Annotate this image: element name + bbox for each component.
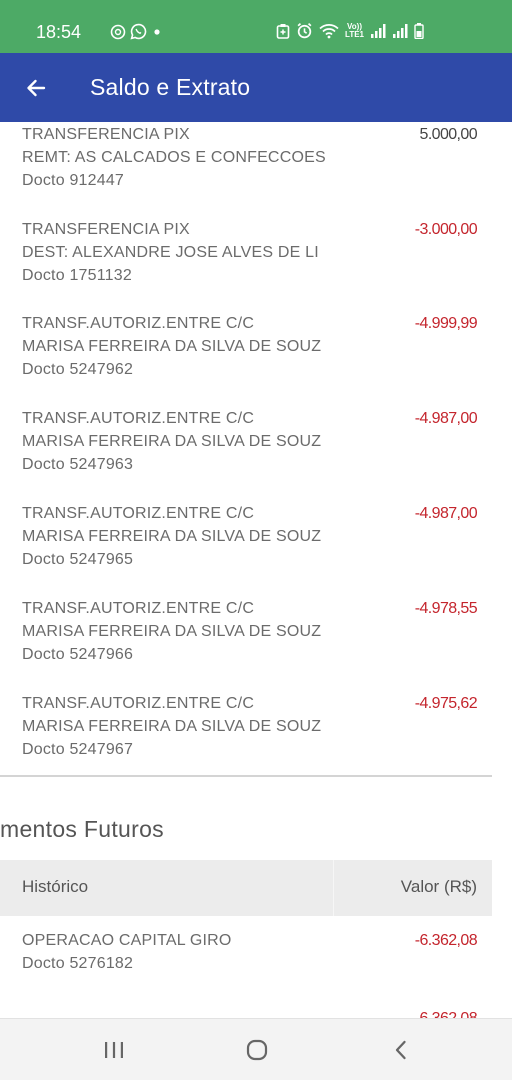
transaction-amount: -4.978,55 [414,600,478,617]
transaction-type: TRANSF.AUTORIZ.ENTRE C/C [22,600,255,617]
transaction-amount: -4.987,00 [414,505,478,522]
transaction-party: MARISA FERREIRA DA SILVA DE SOUZ [22,528,322,545]
home-button[interactable] [237,1033,277,1067]
battery-icon [414,22,424,39]
status-bar: 18:54 Vo)) LTE1 [0,0,512,53]
back-icon [395,1040,406,1060]
home-icon [246,1039,268,1061]
recent-apps-icon [105,1042,123,1058]
transaction-item[interactable]: TRANSFERENCIA PIX REMT: AS CALCADOS E CO… [22,126,482,206]
transaction-item[interactable]: TRANSF.AUTORIZ.ENTRE C/C MARISA FERREIRA… [22,315,482,395]
transaction-item[interactable]: TRANSF.AUTORIZ.ENTRE C/C MARISA FERREIRA… [22,410,482,490]
signal-icon-2 [393,23,408,38]
system-icons: Vo)) LTE1 [276,22,424,39]
transaction-item[interactable]: TRANSF.AUTORIZ.ENTRE C/C MARISA FERREIRA… [22,600,482,680]
future-item[interactable]: OPERACAO CAPITAL GIRO Docto 5276182 -6.3… [22,932,482,992]
transaction-party: MARISA FERREIRA DA SILVA DE SOUZ [22,718,322,735]
dot-icon [154,28,160,35]
whatsapp-icon [130,23,147,40]
transaction-type: TRANSF.AUTORIZ.ENTRE C/C [22,695,255,712]
transaction-party: MARISA FERREIRA DA SILVA DE SOUZ [22,433,322,450]
table-header: Histórico Valor (R$) [0,860,492,916]
transaction-type: TRANSF.AUTORIZ.ENTRE C/C [22,505,255,522]
arrow-left-icon [27,79,46,97]
future-item-docto: Docto 5276182 [22,955,134,972]
transaction-party: REMT: AS CALCADOS E CONFECCOES [22,149,326,166]
transaction-docto: Docto 5247962 [22,361,134,378]
transaction-amount: -4.987,00 [414,410,478,427]
transaction-docto: Docto 5247963 [22,456,134,473]
transaction-party: DEST: ALEXANDRE JOSE ALVES DE LI [22,244,319,261]
recent-apps-button[interactable] [94,1033,134,1067]
section-title: mentos Futuros [0,816,164,842]
notification-icons [110,23,163,40]
transaction-docto: Docto 5247965 [22,551,134,568]
future-item-type: OPERACAO CAPITAL GIRO [22,932,232,949]
sync-icon [276,23,290,39]
transaction-item[interactable]: TRANSF.AUTORIZ.ENTRE C/C MARISA FERREIRA… [22,505,482,585]
signal-app-icon [110,24,126,39]
volte-icon: Vo)) LTE1 [345,21,364,39]
transaction-party: MARISA FERREIRA DA SILVA DE SOUZ [22,338,322,355]
transaction-amount: -4.975,62 [414,695,478,712]
status-time: 18:54 [36,22,82,42]
column-separator [333,860,334,916]
transaction-type: TRANSFERENCIA PIX [22,221,190,238]
transaction-docto: Docto 912447 [22,172,125,189]
app-bar: Saldo e Extrato [0,53,512,122]
transaction-type: TRANSF.AUTORIZ.ENTRE C/C [22,410,255,427]
column-header-historico: Histórico [22,877,89,896]
transaction-docto: Docto 5247967 [22,741,134,758]
network-label: LTE1 [345,29,364,39]
alarm-icon [297,22,312,39]
wifi-icon [319,23,339,38]
back-button[interactable] [18,70,54,106]
transaction-item[interactable]: TRANSF.AUTORIZ.ENTRE C/C MARISA FERREIRA… [22,695,482,775]
navigation-bar [0,1018,512,1080]
transaction-type: TRANSFERENCIA PIX [22,126,190,143]
transaction-party: MARISA FERREIRA DA SILVA DE SOUZ [22,623,322,640]
column-header-valor: Valor (R$) [400,877,477,896]
transaction-docto: Docto 5247966 [22,646,134,663]
transaction-docto: Docto 1751132 [22,267,132,284]
signal-icon [371,23,386,38]
transaction-amount: -4.999,99 [414,315,478,332]
transaction-amount: 5.000,00 [419,126,478,143]
page-title: Saldo e Extrato [90,74,251,100]
transaction-type: TRANSF.AUTORIZ.ENTRE C/C [22,315,255,332]
section-divider [0,775,492,777]
transaction-amount: -3.000,00 [414,221,478,238]
future-item-amount: -6.362,08 [414,932,478,949]
nav-back-button[interactable] [381,1033,421,1067]
transaction-item[interactable]: TRANSFERENCIA PIX DEST: ALEXANDRE JOSE A… [22,221,482,301]
